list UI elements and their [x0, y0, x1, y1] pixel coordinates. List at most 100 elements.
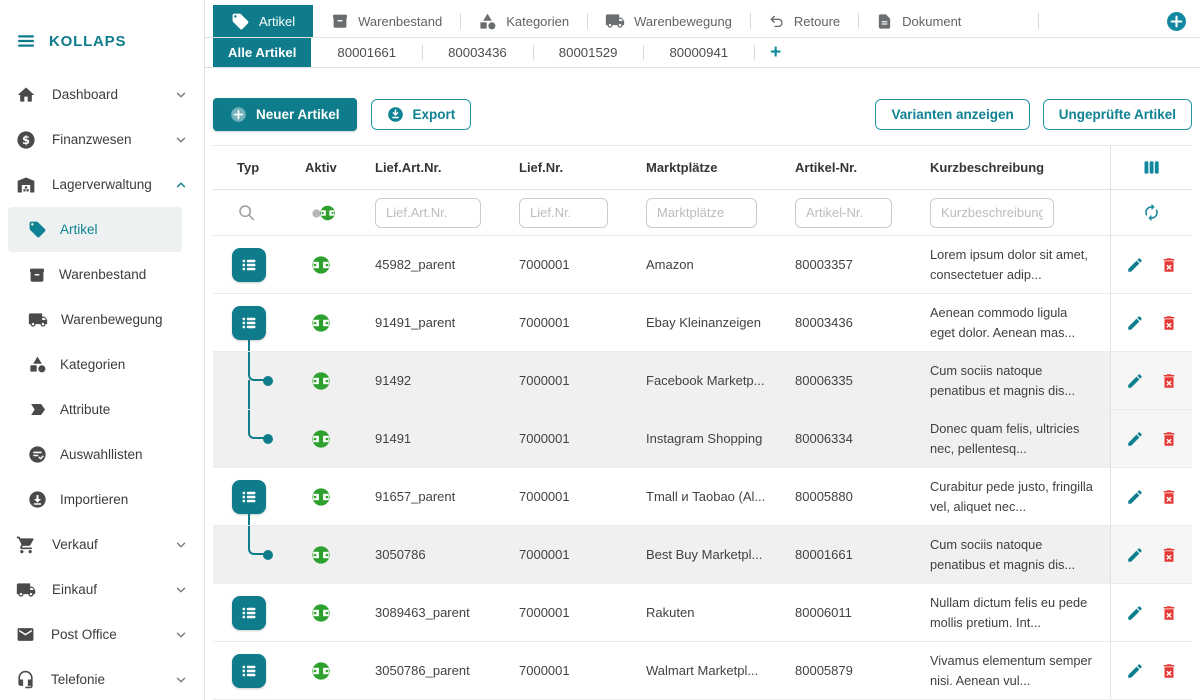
delete-button[interactable] — [1158, 428, 1180, 450]
delete-button[interactable] — [1158, 254, 1180, 276]
main-area: ArtikelWarenbestand Kategorien Warenbewegu… — [205, 0, 1200, 700]
hamburger-menu-icon[interactable] — [16, 31, 36, 51]
sidebar-item-label: Artikel — [60, 222, 182, 237]
home-icon — [16, 85, 36, 105]
kurzbeschreibung-filter-input[interactable] — [930, 198, 1054, 228]
edit-button[interactable] — [1124, 660, 1146, 682]
tab-dokument[interactable]: Dokument — [858, 5, 979, 37]
article-type-button[interactable] — [232, 480, 266, 514]
edit-button[interactable] — [1124, 428, 1146, 450]
sidebar-item-auswahllisten[interactable]: Auswahllisten — [8, 432, 182, 477]
sidebar-item-label: Importieren — [60, 492, 182, 507]
subtab-80003436[interactable]: 80003436 — [422, 38, 533, 67]
lief-art-nr-filter-input[interactable] — [375, 198, 481, 228]
refresh-icon — [1142, 203, 1161, 222]
sidebar-item-warenbewegung[interactable]: Warenbewegung — [8, 297, 182, 342]
sidebar-item-telefonie[interactable]: Telefonie — [0, 657, 204, 700]
sidebar-item-lagerverwaltung[interactable]: Lagerverwaltung — [0, 162, 204, 207]
article-type-button[interactable] — [232, 596, 266, 630]
add-article-tab-button[interactable]: + — [754, 38, 797, 67]
artikel-nr-filter-input[interactable] — [795, 198, 892, 228]
sidebar-item-verkauf[interactable]: Verkauf — [0, 522, 204, 567]
cell-lief-art-nr: 91491 — [367, 431, 511, 446]
cell-lief-nr: 7000001 — [511, 373, 638, 388]
tab-artikel[interactable]: Artikel — [213, 5, 313, 37]
show-variants-button[interactable]: Varianten anzeigen — [875, 99, 1029, 130]
delete-icon — [1160, 372, 1178, 390]
cell-kurzbeschreibung: Donec quam felis, ultricies nec, pellent… — [922, 419, 1110, 457]
new-article-label: Neuer Artikel — [256, 107, 340, 122]
edit-icon — [1126, 662, 1144, 680]
edit-button[interactable] — [1124, 486, 1146, 508]
cell-artikel-nr: 80001661 — [787, 547, 922, 562]
sidebar: KOLLAPS Dashboard$FinanzwesenLagerverwal… — [0, 0, 205, 700]
active-filter-toggle[interactable] — [311, 203, 337, 223]
row-actions-cell — [1110, 584, 1192, 641]
sidebar-item-finanzwesen[interactable]: $Finanzwesen — [0, 117, 204, 162]
sidebar-item-kategorien[interactable]: Kategorien — [8, 342, 182, 387]
article-type-button[interactable] — [232, 654, 266, 688]
export-button[interactable]: Export — [371, 99, 472, 130]
edit-button[interactable] — [1124, 370, 1146, 392]
article-type-button[interactable] — [232, 248, 266, 282]
cell-artikel-nr: 80006011 — [787, 605, 922, 620]
sidebar-item-post-office[interactable]: Post Office — [0, 612, 204, 657]
subtab-80001661[interactable]: 80001661 — [311, 38, 422, 67]
plus-circle-icon — [1166, 11, 1187, 32]
show-variants-label: Varianten anzeigen — [891, 107, 1013, 122]
filter-kurzbeschreibung-cell — [922, 198, 1110, 228]
cell-marktplaetze: Tmall и Taobao (Al... — [638, 489, 787, 504]
sidebar-item-dashboard[interactable]: Dashboard — [0, 72, 204, 117]
cell-lief-art-nr: 91491_parent — [367, 315, 511, 330]
edit-button[interactable] — [1124, 254, 1146, 276]
aktiv-cell — [297, 603, 367, 623]
headset-icon — [16, 670, 35, 689]
sidebar-item-warenbestand[interactable]: Warenbestand — [8, 252, 182, 297]
delete-button[interactable] — [1158, 660, 1180, 682]
sidebar-item-attribute[interactable]: Attribute — [8, 387, 182, 432]
edit-button[interactable] — [1124, 312, 1146, 334]
tab-kategorien[interactable]: Kategorien — [460, 5, 587, 37]
sidebar-item-importieren[interactable]: Importieren — [8, 477, 182, 522]
edit-button[interactable] — [1124, 602, 1146, 624]
new-article-button[interactable]: Neuer Artikel — [213, 98, 357, 131]
tab-warenbestand[interactable]: Warenbestand — [313, 5, 460, 37]
filter-marktplaetze-cell — [638, 198, 787, 228]
row-actions-cell — [1110, 294, 1192, 351]
lief-nr-filter-input[interactable] — [519, 198, 608, 228]
delete-button[interactable] — [1158, 544, 1180, 566]
unchecked-articles-button[interactable]: Ungeprüfte Artikel — [1043, 99, 1192, 130]
article-tab-bar: Alle Artikel8000166180003436800015298000… — [205, 38, 1200, 68]
mail-icon — [16, 625, 35, 644]
column-settings-button[interactable] — [1139, 155, 1164, 180]
tab-warenbewegung[interactable]: Warenbewegung — [587, 5, 750, 37]
tab-label: Kategorien — [506, 14, 569, 29]
active-icon — [311, 371, 331, 391]
cell-artikel-nr: 80005880 — [787, 489, 922, 504]
delete-button[interactable] — [1158, 312, 1180, 334]
cell-lief-nr: 7000001 — [511, 547, 638, 562]
marktplaetze-filter-input[interactable] — [646, 198, 757, 228]
delete-button[interactable] — [1158, 486, 1180, 508]
refresh-button[interactable] — [1140, 201, 1163, 224]
subtab-80000941[interactable]: 80000941 — [643, 38, 754, 67]
table-row: 91491_parent7000001Ebay Kleinanzeigen800… — [213, 294, 1192, 352]
subtab-80001529[interactable]: 80001529 — [533, 38, 644, 67]
edit-button[interactable] — [1124, 544, 1146, 566]
warehouse-icon — [16, 175, 36, 195]
delete-button[interactable] — [1158, 602, 1180, 624]
cell-lief-nr: 7000001 — [511, 431, 638, 446]
article-type-button[interactable] — [232, 306, 266, 340]
tab-retoure[interactable]: Retoure — [750, 5, 858, 37]
chevron-down-icon — [174, 583, 188, 597]
delete-icon — [1160, 662, 1178, 680]
sidebar-item-artikel[interactable]: Artikel — [8, 207, 182, 252]
delete-button[interactable] — [1158, 370, 1180, 392]
sidebar-item-einkauf[interactable]: Einkauf — [0, 567, 204, 612]
truck-icon — [16, 580, 36, 600]
active-icon — [311, 545, 331, 565]
box-icon — [331, 12, 349, 30]
column-header-actions — [1110, 146, 1192, 189]
subtab-alle-artikel[interactable]: Alle Artikel — [213, 38, 311, 67]
add-tab-button[interactable] — [1166, 11, 1187, 32]
